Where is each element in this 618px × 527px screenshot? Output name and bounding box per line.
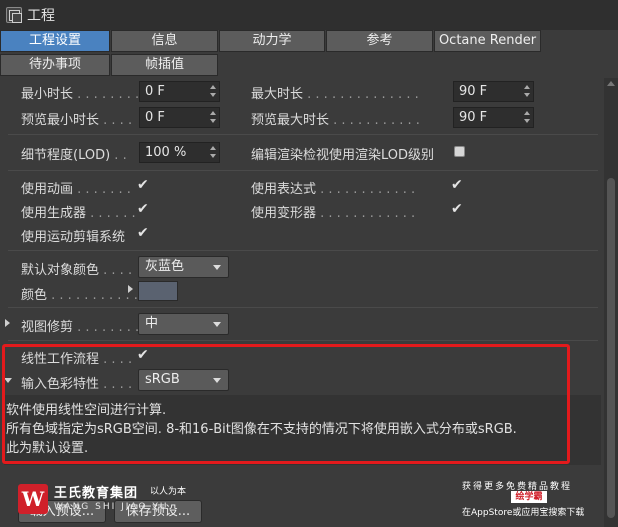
tab-frame-interpolation[interactable]: 帧插值 bbox=[111, 54, 218, 76]
tab-dynamics[interactable]: 动力学 bbox=[219, 30, 325, 52]
stepper-icon[interactable] bbox=[524, 85, 530, 98]
lod-field[interactable]: 100 % bbox=[139, 142, 220, 163]
min-time-label: 最小时长 . . . . . . . . bbox=[21, 87, 140, 102]
use-animation-checkbox[interactable]: ✔ bbox=[137, 177, 149, 193]
use-generators-checkbox[interactable]: ✔ bbox=[137, 201, 149, 217]
watermark-badge: 绘学霸 bbox=[511, 491, 547, 503]
tab-octane-render[interactable]: Octane Render bbox=[434, 30, 541, 52]
preview-min-time-label: 预览最小时长 . . . . bbox=[21, 113, 133, 128]
stepper-icon[interactable] bbox=[524, 111, 530, 124]
use-expressions-label: 使用表达式 . . . . . . . . . . . . bbox=[251, 182, 416, 197]
chevron-down-icon bbox=[213, 265, 221, 270]
expand-arrow-icon[interactable] bbox=[128, 285, 133, 293]
editor-render-lod-checkbox[interactable] bbox=[454, 146, 465, 157]
watermark-slogan: 以人为本 bbox=[150, 487, 187, 497]
editor-render-lod-label: 编辑渲染检视使用渲染LOD级别 bbox=[251, 148, 435, 163]
watermark-sub: WANG SHI JIAO YU bbox=[54, 502, 169, 512]
view-clipping-label: 视图修剪 . . . . . . . . . bbox=[21, 320, 148, 335]
lod-label: 细节程度(LOD) . . bbox=[21, 148, 127, 163]
use-generators-label: 使用生成器 . . . . . . bbox=[21, 206, 136, 221]
divider bbox=[8, 307, 598, 308]
use-deformers-checkbox[interactable]: ✔ bbox=[451, 201, 463, 217]
stepper-icon[interactable] bbox=[210, 146, 216, 159]
default-object-color-label: 默认对象颜色 . . . . bbox=[21, 263, 133, 278]
use-expressions-checkbox[interactable]: ✔ bbox=[451, 177, 463, 193]
stepper-icon[interactable] bbox=[210, 85, 216, 98]
scroll-thumb[interactable] bbox=[607, 178, 615, 518]
tab-project-settings[interactable]: 工程设置 bbox=[0, 30, 110, 52]
tab-bar: 工程设置 信息 动力学 参考 Octane Render 待办事项 帧插值 bbox=[0, 30, 618, 77]
stepper-icon[interactable] bbox=[210, 111, 216, 124]
use-motion-clip-label: 使用运动剪辑系统 bbox=[21, 230, 126, 245]
color-swatch[interactable] bbox=[138, 281, 178, 301]
title-bar: 工程 bbox=[0, 0, 618, 30]
use-deformers-label: 使用变形器 . . . . . . . . . . . . bbox=[251, 206, 416, 221]
default-object-color-dropdown[interactable]: 灰蓝色 bbox=[138, 256, 229, 278]
max-time-field[interactable]: 90 F bbox=[453, 81, 534, 102]
divider bbox=[8, 170, 598, 171]
preview-min-time-field[interactable]: 0 F bbox=[139, 107, 220, 128]
tab-info[interactable]: 信息 bbox=[111, 30, 218, 52]
view-clipping-dropdown[interactable]: 中 bbox=[138, 313, 229, 335]
chevron-down-icon bbox=[213, 322, 221, 327]
divider bbox=[8, 340, 598, 341]
watermark-logo: W bbox=[18, 484, 48, 514]
max-time-label: 最大时长 . . . . . . . . . . . . . . bbox=[251, 87, 419, 102]
window-title: 工程 bbox=[27, 8, 55, 24]
use-motion-clip-checkbox[interactable]: ✔ bbox=[137, 225, 149, 241]
watermark-download-line: 在AppStore或应用宝搜索下载 bbox=[462, 508, 585, 518]
watermark-company: 王氏教育集团 bbox=[54, 486, 139, 501]
use-animation-label: 使用动画 . . . . . . . bbox=[21, 182, 131, 197]
tab-todo[interactable]: 待办事项 bbox=[0, 54, 110, 76]
scroll-up-icon[interactable] bbox=[607, 81, 615, 86]
min-time-field[interactable]: 0 F bbox=[139, 81, 220, 102]
vertical-scrollbar[interactable] bbox=[604, 78, 618, 527]
preview-max-time-field[interactable]: 90 F bbox=[453, 107, 534, 128]
expand-arrow-icon[interactable] bbox=[5, 319, 10, 327]
preview-max-time-label: 预览最大时长 . . . . . . . . . . . bbox=[251, 113, 420, 128]
highlight-box bbox=[2, 344, 570, 464]
project-icon bbox=[6, 7, 22, 23]
divider bbox=[8, 134, 598, 135]
tab-reference[interactable]: 参考 bbox=[326, 30, 433, 52]
divider bbox=[8, 250, 598, 251]
